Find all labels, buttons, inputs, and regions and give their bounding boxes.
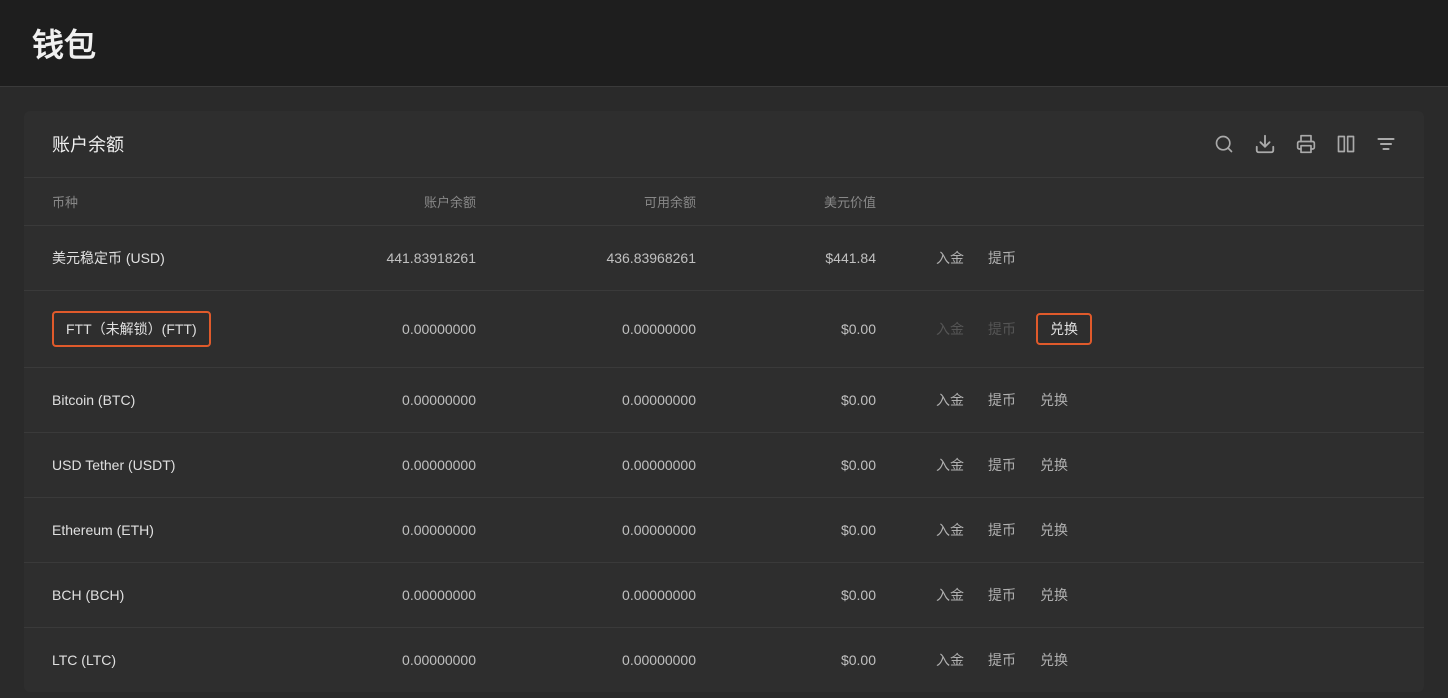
available-value: 436.83968261: [504, 226, 724, 291]
search-icon[interactable]: [1214, 134, 1234, 154]
toolbar: [1214, 133, 1396, 155]
balance-value: 441.83918261: [284, 226, 504, 291]
usd-value: $0.00: [724, 498, 904, 563]
actions-cell: 入金提币兑换: [904, 291, 1424, 368]
currency-name: BCH (BCH): [24, 563, 284, 628]
balance-table: 币种 账户余额 可用余额 美元价值 美元稳定币 (USD)441.8391826…: [24, 178, 1424, 692]
balance-value: 0.00000000: [284, 368, 504, 433]
actions-cell: 入金提币兑换: [904, 498, 1424, 563]
deposit-button[interactable]: 入金: [932, 518, 968, 542]
currency-name: 美元稳定币 (USD): [24, 226, 284, 291]
withdraw-button[interactable]: 提币: [984, 518, 1020, 542]
deposit-button[interactable]: 入金: [932, 388, 968, 412]
deposit-button[interactable]: 入金: [932, 583, 968, 607]
deposit-button[interactable]: 入金: [932, 453, 968, 477]
deposit-button[interactable]: 入金: [932, 317, 968, 341]
available-value: 0.00000000: [504, 291, 724, 368]
main-content: 账户余额: [24, 111, 1424, 692]
deposit-button[interactable]: 入金: [932, 246, 968, 270]
print-icon[interactable]: [1296, 134, 1316, 154]
currency-name: LTC (LTC): [24, 628, 284, 693]
available-value: 0.00000000: [504, 368, 724, 433]
withdraw-button[interactable]: 提币: [984, 388, 1020, 412]
balance-value: 0.00000000: [284, 498, 504, 563]
page-title: 钱包: [32, 20, 1416, 66]
available-value: 0.00000000: [504, 498, 724, 563]
columns-icon[interactable]: [1336, 134, 1356, 154]
col-header-available: 可用余额: [504, 178, 724, 226]
currency-name: FTT（未解锁）(FTT): [24, 291, 284, 368]
exchange-button[interactable]: 兑换: [1036, 518, 1072, 542]
table-row: FTT（未解锁）(FTT)0.000000000.00000000$0.00入金…: [24, 291, 1424, 368]
exchange-button[interactable]: 兑换: [1036, 313, 1092, 345]
withdraw-button[interactable]: 提币: [984, 317, 1020, 341]
table-row: Ethereum (ETH)0.000000000.00000000$0.00入…: [24, 498, 1424, 563]
actions-cell: 入金提币兑换: [904, 368, 1424, 433]
actions-cell: 入金提币兑换: [904, 628, 1424, 693]
exchange-button[interactable]: 兑换: [1036, 453, 1072, 477]
table-row: LTC (LTC)0.000000000.00000000$0.00入金提币兑换: [24, 628, 1424, 693]
deposit-button[interactable]: 入金: [932, 648, 968, 672]
usd-value: $0.00: [724, 563, 904, 628]
section-title: 账户余额: [52, 131, 124, 157]
col-header-actions: [904, 178, 1424, 226]
table-row: Bitcoin (BTC)0.000000000.00000000$0.00入金…: [24, 368, 1424, 433]
usd-value: $0.00: [724, 291, 904, 368]
filter-icon[interactable]: [1376, 134, 1396, 154]
table-row: 美元稳定币 (USD)441.83918261436.83968261$441.…: [24, 226, 1424, 291]
col-header-usd-value: 美元价值: [724, 178, 904, 226]
withdraw-button[interactable]: 提币: [984, 648, 1020, 672]
download-icon[interactable]: [1254, 133, 1276, 155]
actions-cell: 入金提币兑换: [904, 433, 1424, 498]
exchange-button[interactable]: 兑换: [1036, 648, 1072, 672]
table-row: USD Tether (USDT)0.000000000.00000000$0.…: [24, 433, 1424, 498]
usd-value: $0.00: [724, 433, 904, 498]
actions-cell: 入金提币: [904, 226, 1424, 291]
page-header: 钱包: [0, 0, 1448, 87]
usd-value: $0.00: [724, 628, 904, 693]
currency-name: Bitcoin (BTC): [24, 368, 284, 433]
col-header-currency: 币种: [24, 178, 284, 226]
currency-name: Ethereum (ETH): [24, 498, 284, 563]
usd-value: $0.00: [724, 368, 904, 433]
balance-value: 0.00000000: [284, 628, 504, 693]
usd-value: $441.84: [724, 226, 904, 291]
available-value: 0.00000000: [504, 628, 724, 693]
balance-value: 0.00000000: [284, 291, 504, 368]
section-header: 账户余额: [24, 111, 1424, 178]
withdraw-button[interactable]: 提币: [984, 453, 1020, 477]
currency-name: USD Tether (USDT): [24, 433, 284, 498]
actions-cell: 入金提币兑换: [904, 563, 1424, 628]
available-value: 0.00000000: [504, 433, 724, 498]
table-header-row: 币种 账户余额 可用余额 美元价值: [24, 178, 1424, 226]
ftt-highlighted-currency: FTT（未解锁）(FTT): [52, 311, 211, 347]
withdraw-button[interactable]: 提币: [984, 246, 1020, 270]
col-header-balance: 账户余额: [284, 178, 504, 226]
exchange-button[interactable]: 兑换: [1036, 583, 1072, 607]
available-value: 0.00000000: [504, 563, 724, 628]
balance-value: 0.00000000: [284, 563, 504, 628]
balance-value: 0.00000000: [284, 433, 504, 498]
table-row: BCH (BCH)0.000000000.00000000$0.00入金提币兑换: [24, 563, 1424, 628]
exchange-button[interactable]: 兑换: [1036, 388, 1072, 412]
withdraw-button[interactable]: 提币: [984, 583, 1020, 607]
